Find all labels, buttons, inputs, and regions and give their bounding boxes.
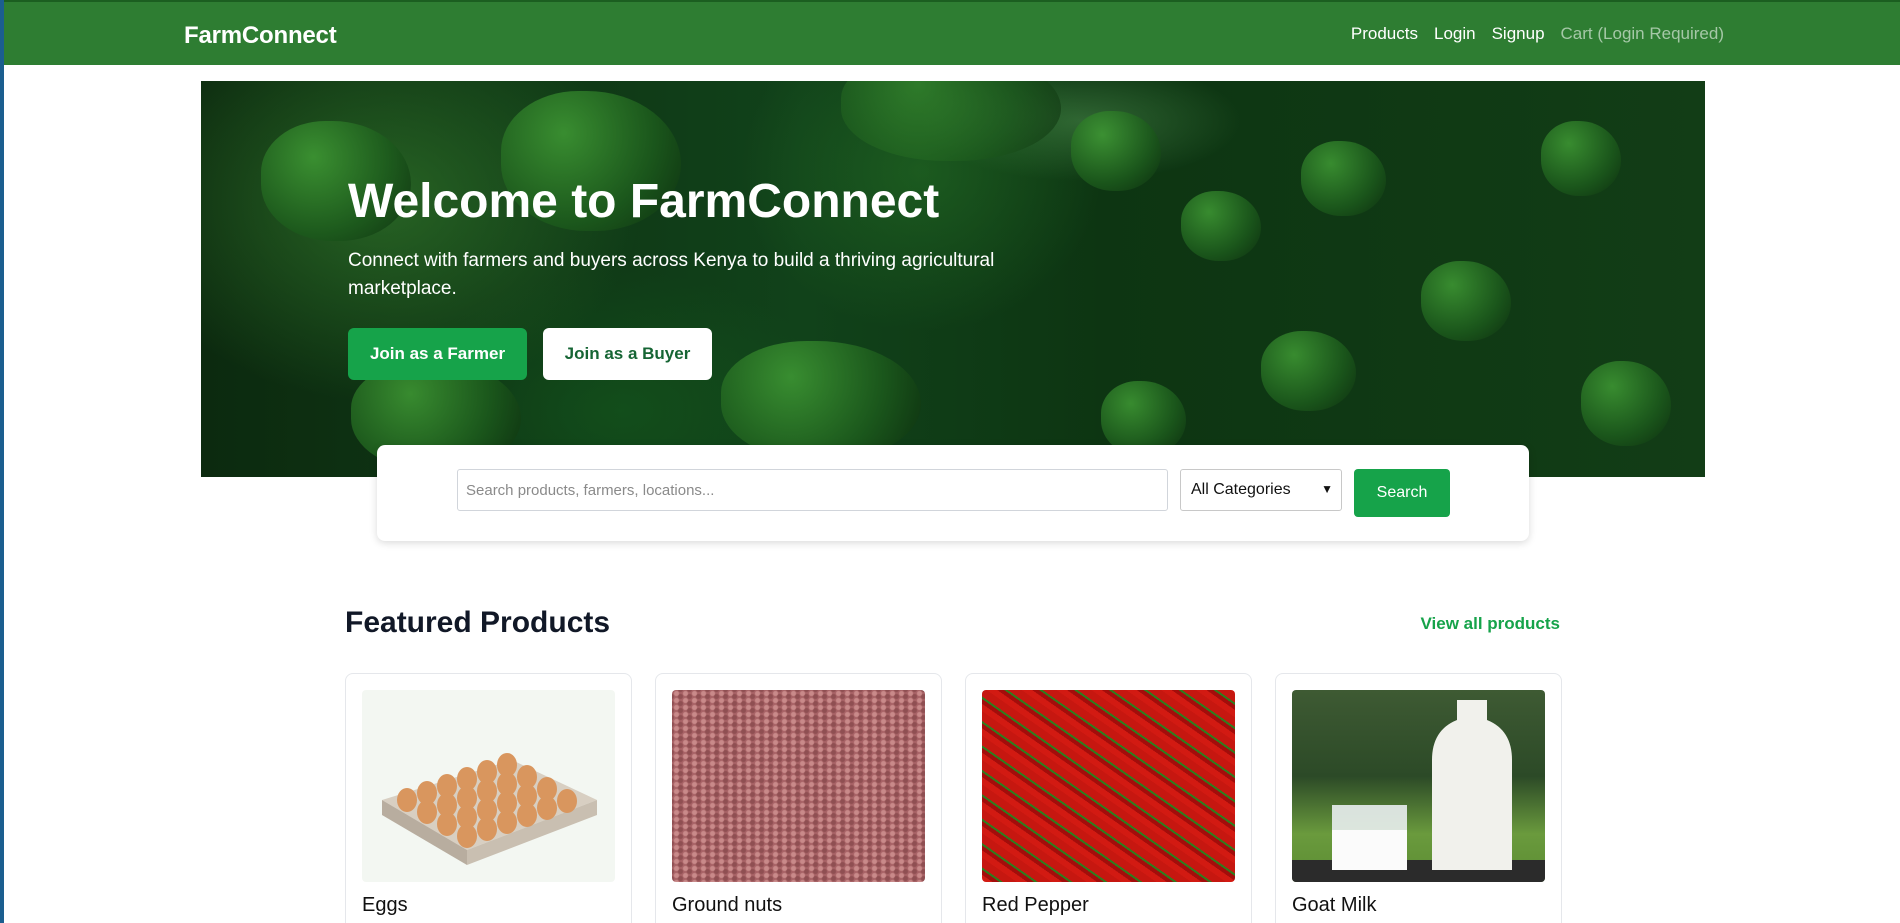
hero-bg-pepper <box>1421 261 1511 341</box>
product-image-goat-milk[interactable] <box>1292 690 1545 882</box>
hero-content: Welcome to FarmConnect Connect with farm… <box>348 175 1108 380</box>
hero-bg-pepper <box>1541 121 1621 196</box>
product-image-ground-nuts[interactable] <box>672 690 925 882</box>
nav-link-products[interactable]: Products <box>1351 24 1418 44</box>
search-panel: All Categories ▼ Search <box>377 445 1529 541</box>
hero-bg-pepper <box>1301 141 1386 216</box>
hero-bg-pepper <box>1581 361 1671 446</box>
hero-title: Welcome to FarmConnect <box>348 175 940 228</box>
product-card[interactable]: Red Pepper <box>965 673 1252 923</box>
category-select[interactable]: All Categories ▼ <box>1180 469 1342 511</box>
product-name[interactable]: Goat Milk <box>1292 894 1376 917</box>
product-image-red-pepper[interactable] <box>982 690 1235 882</box>
page: FarmConnect Products Login Signup Cart (… <box>4 0 1900 923</box>
hero-bg-pepper <box>1261 331 1356 411</box>
product-name[interactable]: Eggs <box>362 894 408 917</box>
hero-bg-pepper <box>1181 191 1261 261</box>
hero-subtitle: Connect with farmers and buyers across K… <box>348 249 995 300</box>
nav-links: Products Login Signup Cart (Login Requir… <box>1351 24 1724 44</box>
product-name[interactable]: Red Pepper <box>982 894 1089 917</box>
featured-title: Featured Products <box>345 606 611 639</box>
nav-link-cart[interactable]: Cart (Login Required) <box>1561 24 1724 44</box>
egg-tray-illustration <box>382 753 597 865</box>
hero-buttons: Join as a Farmer Join as a Buyer <box>348 327 1108 380</box>
category-select-value: All Categories <box>1191 481 1291 498</box>
join-buyer-button[interactable]: Join as a Buyer <box>543 327 712 380</box>
search-input[interactable] <box>457 469 1168 511</box>
product-image-eggs[interactable] <box>362 690 615 882</box>
join-farmer-button[interactable]: Join as a Farmer <box>348 327 527 380</box>
nav-link-login[interactable]: Login <box>1434 24 1476 44</box>
chevron-down-icon: ▼ <box>1321 482 1333 496</box>
hero-bg-pepper <box>841 81 1061 161</box>
nav-link-signup[interactable]: Signup <box>1492 24 1545 44</box>
brand-logo[interactable]: FarmConnect <box>184 22 337 50</box>
milk-illustration <box>1292 700 1545 882</box>
view-all-products-link[interactable]: View all products <box>1420 614 1560 634</box>
product-card[interactable]: Goat Milk <box>1275 673 1562 923</box>
search-button[interactable]: Search <box>1354 469 1450 517</box>
product-card[interactable]: Eggs <box>345 673 632 923</box>
product-name[interactable]: Ground nuts <box>672 894 782 917</box>
navbar: FarmConnect Products Login Signup Cart (… <box>4 0 1900 65</box>
hero-banner: Welcome to FarmConnect Connect with farm… <box>201 81 1705 477</box>
product-card[interactable]: Ground nuts <box>655 673 942 923</box>
